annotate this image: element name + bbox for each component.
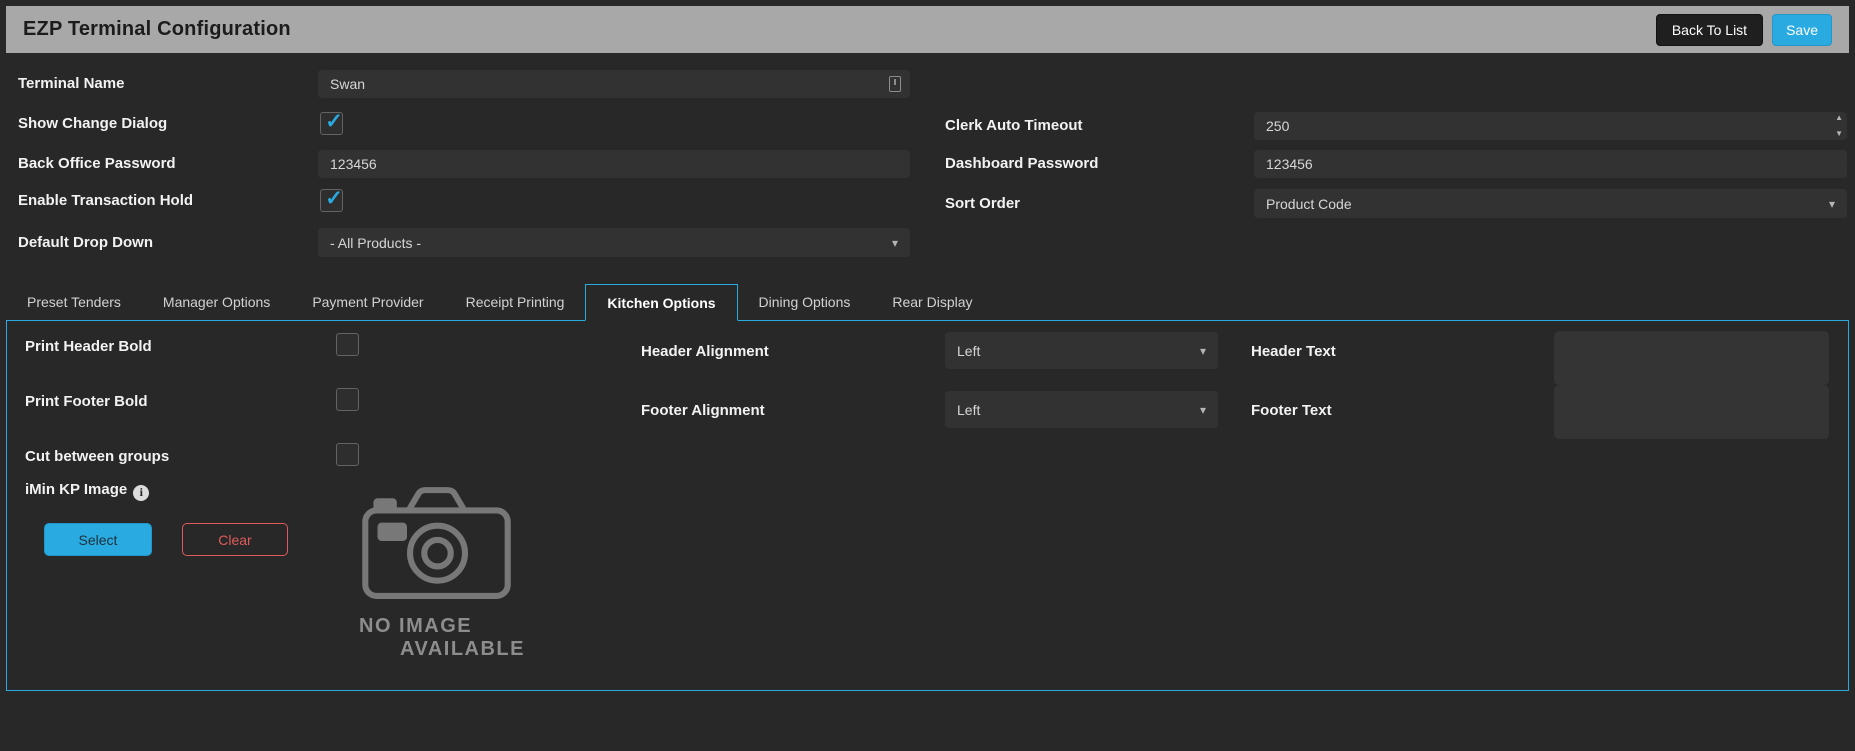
chevron-down-icon: ▾	[1828, 196, 1835, 211]
footer-text-label: Footer Text	[1251, 402, 1332, 419]
tab-rear-display[interactable]: Rear Display	[871, 284, 994, 321]
tab-strip-filler	[993, 284, 1849, 321]
text-input-indicator-icon	[889, 76, 901, 92]
tab-payment-provider[interactable]: Payment Provider	[291, 284, 445, 321]
top-bar-actions: Back To List Save	[1655, 13, 1832, 46]
print-header-bold-checkbox[interactable]	[336, 333, 359, 356]
save-button[interactable]: Save	[1772, 13, 1832, 46]
header-text-textarea[interactable]	[1554, 331, 1829, 385]
footer-alignment-label: Footer Alignment	[641, 402, 765, 419]
check-icon: ✓	[325, 186, 343, 210]
info-icon[interactable]: i	[133, 484, 150, 501]
footer-text-textarea[interactable]	[1554, 385, 1829, 439]
top-bar: EZP Terminal Configuration Back To List …	[6, 6, 1849, 53]
print-footer-bold-checkbox[interactable]	[336, 388, 359, 411]
show-change-dialog-label: Show Change Dialog	[18, 115, 168, 132]
number-spinner: ▲ ▼	[1835, 114, 1843, 138]
enable-transaction-hold-label: Enable Transaction Hold	[18, 192, 194, 209]
image-clear-button[interactable]: Clear	[182, 523, 288, 556]
show-change-dialog-checkbox[interactable]: ✓	[320, 109, 343, 135]
chevron-down-icon: ▾	[1199, 343, 1206, 358]
no-image-text-line2: AVAILABLE	[400, 638, 525, 660]
dashboard-password-input[interactable]	[1254, 150, 1847, 178]
clerk-auto-timeout-field-wrap: ▲ ▼	[1254, 112, 1847, 140]
tab-dining-options[interactable]: Dining Options	[737, 284, 872, 321]
check-icon: ✓	[325, 109, 343, 133]
tab-receipt-printing[interactable]: Receipt Printing	[444, 284, 586, 321]
kitchen-options-panel: Print Header Bold Print Footer Bold Cut …	[6, 321, 1849, 691]
back-office-password-label: Back Office Password	[18, 155, 176, 172]
tab-preset-tenders[interactable]: Preset Tenders	[6, 284, 142, 321]
back-office-password-input[interactable]	[318, 150, 910, 178]
page-title: EZP Terminal Configuration	[23, 18, 291, 40]
clerk-auto-timeout-input[interactable]	[1254, 112, 1847, 140]
image-select-button[interactable]: Select	[44, 523, 152, 556]
no-image-text-line1: NO IMAGE	[359, 615, 473, 637]
tab-manager-options[interactable]: Manager Options	[141, 284, 292, 321]
camera-icon	[362, 487, 511, 599]
tab-kitchen-options[interactable]: Kitchen Options	[585, 284, 738, 321]
back-to-list-button[interactable]: Back To List	[1655, 13, 1764, 46]
tab-strip: Preset Tenders Manager Options Payment P…	[6, 284, 1849, 321]
enable-transaction-hold-checkbox[interactable]: ✓	[320, 186, 343, 212]
print-footer-bold-label: Print Footer Bold	[25, 393, 148, 410]
clerk-auto-timeout-label: Clerk Auto Timeout	[945, 117, 1083, 134]
sort-order-value: Product Code	[1266, 195, 1352, 212]
imin-kp-image-label-text: iMin KP Image	[25, 481, 128, 498]
header-alignment-label: Header Alignment	[641, 343, 769, 360]
chevron-down-icon: ▾	[891, 235, 898, 250]
terminal-name-label: Terminal Name	[18, 75, 125, 92]
terminal-name-input[interactable]	[318, 70, 910, 98]
terminal-name-field-wrap	[318, 70, 910, 98]
cut-between-groups-checkbox[interactable]	[336, 443, 359, 466]
cut-between-groups-label: Cut between groups	[25, 448, 170, 465]
spinner-up-icon[interactable]: ▲	[1835, 114, 1843, 122]
footer-alignment-select[interactable]: Left ▾	[945, 391, 1218, 428]
sort-order-select[interactable]: Product Code ▾	[1254, 189, 1847, 218]
dashboard-password-label: Dashboard Password	[945, 155, 1099, 172]
spinner-down-icon[interactable]: ▼	[1835, 130, 1843, 138]
footer-alignment-value: Left	[957, 401, 981, 418]
print-header-bold-label: Print Header Bold	[25, 338, 152, 355]
default-drop-down-label: Default Drop Down	[18, 234, 153, 251]
sort-order-label: Sort Order	[945, 195, 1021, 212]
terminal-configuration-page: EZP Terminal Configuration Back To List …	[0, 0, 1855, 751]
header-text-label: Header Text	[1251, 343, 1336, 360]
default-drop-down-value: - All Products -	[330, 234, 422, 251]
imin-kp-image-label: iMin KP Image i	[25, 481, 150, 501]
chevron-down-icon: ▾	[1199, 402, 1206, 417]
header-alignment-select[interactable]: Left ▾	[945, 332, 1218, 369]
default-drop-down-select[interactable]: - All Products - ▾	[318, 228, 910, 257]
header-alignment-value: Left	[957, 342, 981, 359]
